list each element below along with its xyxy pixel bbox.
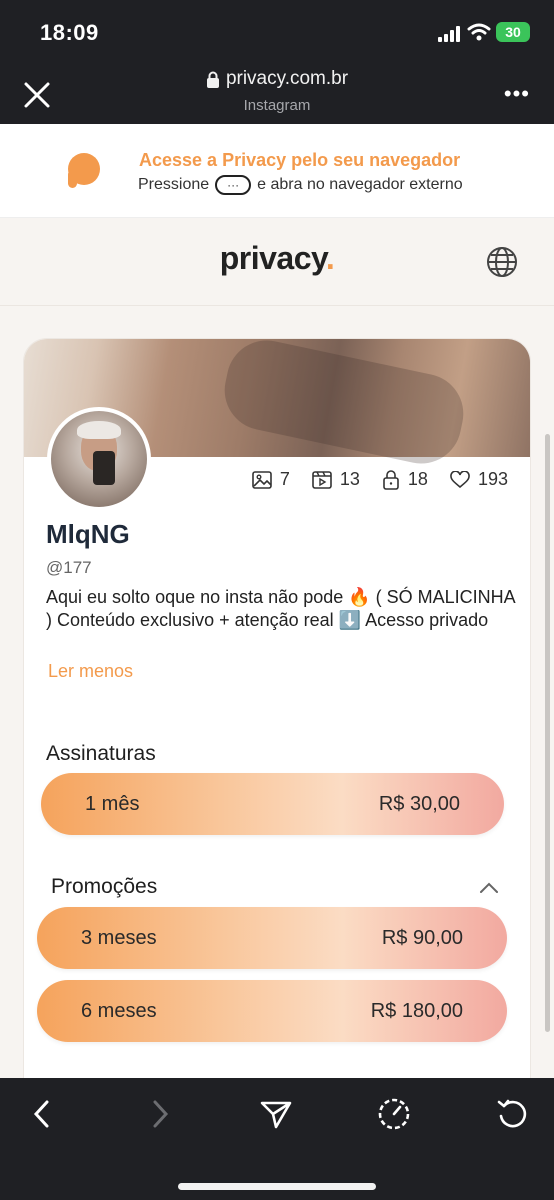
- open-in-browser-banner: Acesse a Privacy pelo seu navegador Pres…: [0, 124, 554, 218]
- video-icon: [312, 470, 332, 489]
- address-display[interactable]: privacy.com.br Instagram: [0, 68, 554, 114]
- plan-label: 1 mês: [85, 792, 140, 815]
- status-time: 18:09: [40, 20, 99, 45]
- chevron-right-icon: [153, 1100, 169, 1128]
- heart-icon: [450, 470, 470, 488]
- banner-instructions: Pressione ··· e abra no navegador extern…: [138, 175, 463, 195]
- scrollbar[interactable]: [545, 434, 550, 1032]
- more-dots-icon: ···: [215, 175, 252, 195]
- battery-level: 30: [505, 24, 521, 40]
- plan-6-months-button[interactable]: 6 meses R$ 180,00: [37, 980, 507, 1042]
- reload-button[interactable]: [494, 1096, 530, 1132]
- brand-dot: .: [325, 240, 335, 276]
- privacy-logo-icon: [68, 153, 100, 188]
- plan-label: 6 meses: [81, 999, 157, 1022]
- wifi-icon: [467, 23, 491, 41]
- lock-icon: [206, 71, 219, 88]
- banner-post-text: e abra no navegador externo: [257, 176, 463, 193]
- home-indicator[interactable]: [178, 1183, 376, 1190]
- banner-title: Acesse a Privacy pelo seu navegador: [139, 150, 461, 170]
- stat-locked: 18: [382, 469, 428, 490]
- avatar-hair: [77, 421, 121, 439]
- banner-pre-text: Pressione: [138, 176, 210, 193]
- url-text: privacy.com.br: [225, 68, 349, 89]
- stat-locked-count: 18: [407, 469, 428, 489]
- profile-stats: 7 13 18 193: [252, 469, 508, 490]
- timer-button[interactable]: [376, 1096, 412, 1132]
- plan-price: R$ 90,00: [381, 926, 463, 949]
- battery-indicator: 30: [496, 22, 530, 42]
- subscriptions-title: Assinaturas: [46, 742, 156, 765]
- avatar[interactable]: [47, 407, 151, 511]
- browser-toolbar: [0, 1078, 554, 1200]
- plan-label: 3 meses: [81, 926, 157, 949]
- profile-bio: Aqui eu solto oque no insta não pode 🔥 (…: [46, 587, 515, 630]
- cover-detail: [217, 339, 471, 471]
- plan-1-month-button[interactable]: 1 mês R$ 30,00: [41, 773, 504, 835]
- share-button[interactable]: [258, 1096, 294, 1132]
- avatar-phone: [93, 451, 115, 485]
- plan-price: R$ 180,00: [370, 999, 463, 1022]
- back-button[interactable]: [24, 1096, 60, 1132]
- timer-icon: [378, 1098, 410, 1130]
- brand-logo[interactable]: privacy.: [0, 240, 554, 277]
- reload-icon: [497, 1099, 527, 1128]
- forward-button[interactable]: [142, 1096, 178, 1132]
- chevron-left-icon: [33, 1100, 49, 1128]
- stat-likes: 193: [450, 469, 508, 490]
- site-header: privacy.: [0, 218, 554, 306]
- more-options-icon[interactable]: •••: [504, 83, 530, 105]
- send-icon: [260, 1101, 292, 1129]
- plan-price: R$ 30,00: [378, 792, 460, 815]
- plan-3-months-button[interactable]: 3 meses R$ 90,00: [37, 907, 507, 969]
- stat-photos: 7: [252, 469, 290, 490]
- profile-handle: @177: [46, 558, 92, 577]
- stat-photos-count: 7: [279, 469, 290, 489]
- brand-text: privacy: [219, 240, 327, 276]
- chevron-up-icon[interactable]: [478, 877, 500, 899]
- browser-header: privacy.com.br Instagram •••: [0, 62, 554, 124]
- image-icon: [252, 470, 272, 489]
- profile-name: MlqNG: [46, 519, 130, 549]
- status-bar: 18:09 30: [0, 0, 554, 62]
- profile-card: 7 13 18 193 MlqNG @177 Aqui eu solto oqu…: [23, 338, 531, 1078]
- stat-likes-count: 193: [477, 469, 508, 489]
- cellular-signal-icon: [438, 26, 460, 42]
- padlock-icon: [383, 469, 399, 490]
- read-less-link[interactable]: Ler menos: [48, 661, 133, 682]
- page-content: 7 13 18 193 MlqNG @177 Aqui eu solto oqu…: [0, 306, 554, 1078]
- stat-videos-count: 13: [339, 469, 360, 489]
- stat-videos: 13: [312, 469, 360, 490]
- globe-language-icon[interactable]: [486, 246, 518, 278]
- source-app-label: Instagram: [243, 96, 311, 114]
- promotions-title: Promoções: [51, 875, 158, 898]
